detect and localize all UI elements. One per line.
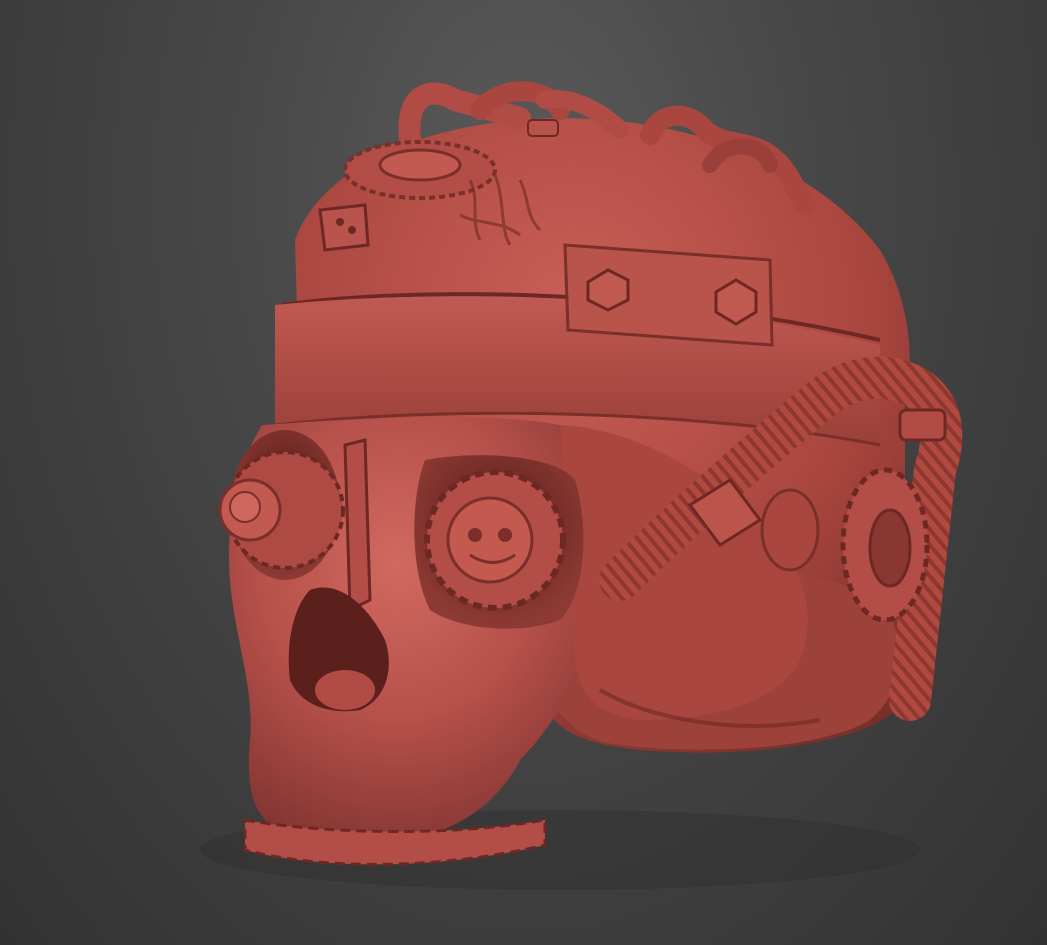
right-eye-hub [446, 496, 534, 584]
gear-hole [498, 528, 512, 542]
hose-clamp [898, 408, 947, 442]
gear-hole [468, 528, 482, 542]
side-bracket [318, 203, 370, 252]
ear-disc [760, 488, 820, 572]
left-eye-cap [229, 491, 261, 523]
top-gear-hub [378, 148, 462, 182]
nasal-knob [315, 670, 375, 710]
left-eye-strap [343, 438, 372, 613]
skull-render [200, 81, 963, 890]
top-bolt [527, 119, 559, 137]
viewport-3d [0, 0, 1047, 945]
ear-gear-hub [868, 508, 912, 588]
